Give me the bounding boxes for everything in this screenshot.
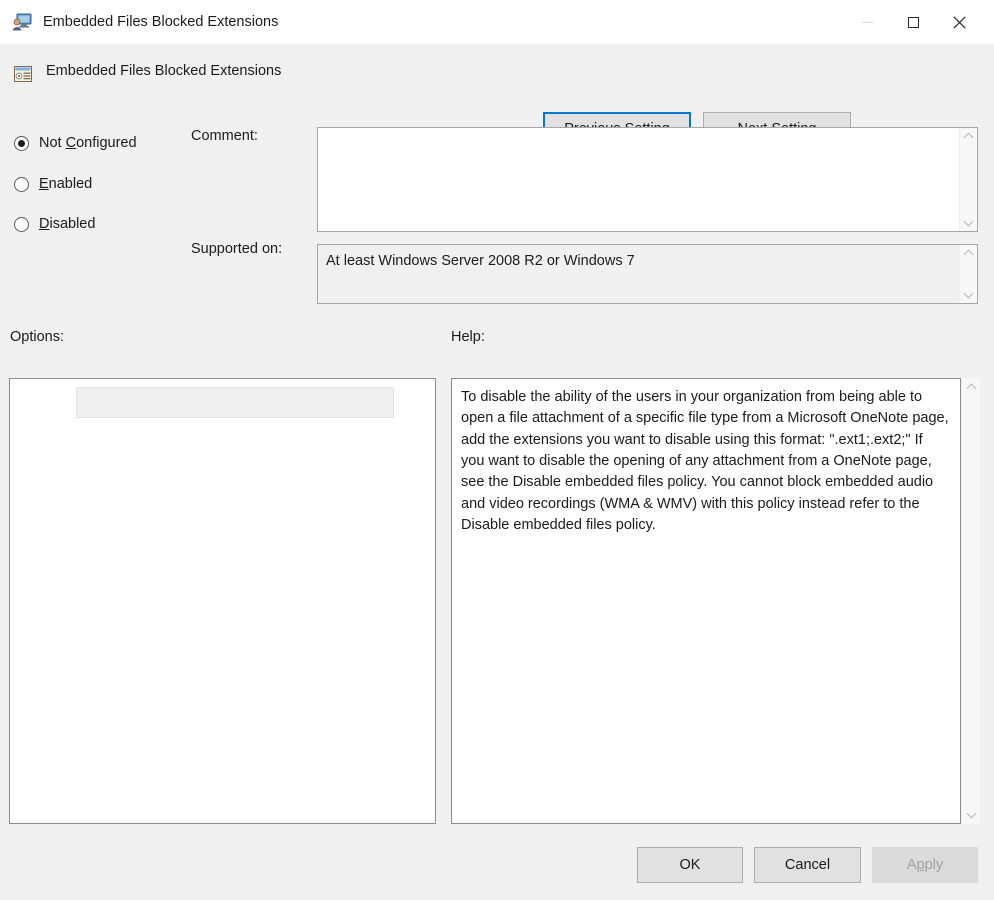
minimize-icon [861,21,873,23]
comment-scrollbar[interactable] [959,128,977,231]
help-text: To disable the ability of the users in y… [461,389,953,533]
supported-on-value: At least Windows Server 2008 R2 or Windo… [326,253,635,269]
radio-enabled-label: Enabled [39,176,93,192]
radio-not-configured[interactable]: Not Configured [14,133,137,153]
policy-setting-icon [14,66,32,82]
setting-title: Embedded Files Blocked Extensions [46,63,282,79]
options-label: Options: [10,329,64,345]
radio-enabled-mark [14,176,29,192]
radio-disabled-label: Disabled [39,216,96,232]
minimize-button[interactable] [844,7,890,38]
apply-button: Ap ply [872,847,978,883]
chevron-down-icon[interactable] [964,218,973,227]
maximize-icon [907,16,919,28]
close-button[interactable] [936,7,982,38]
radio-not-configured-mark [14,135,29,151]
radio-enabled[interactable]: Enabled [14,174,92,194]
chevron-down-icon[interactable] [967,810,976,819]
supported-on-label: Supported on: [191,241,283,257]
radio-disabled[interactable]: Disabled [14,214,95,234]
help-panel: To disable the ability of the users in y… [451,378,961,824]
blocked-extensions-input[interactable] [76,387,394,418]
chevron-up-icon[interactable] [964,132,973,141]
cancel-button[interactable]: Cancel [754,847,861,883]
chevron-up-icon[interactable] [964,249,973,258]
apply-label-pre: A [906,857,917,873]
supported-on-field: At least Windows Server 2008 R2 or Windo… [317,244,978,304]
ok-button[interactable]: OK [637,847,743,883]
apply-mnemonic: p [916,857,925,873]
comment-label: Comment: [191,128,258,144]
help-scrollbar[interactable] [962,378,980,824]
radio-not-configured-label: Not Configured [39,135,137,151]
user-policy-monitor-icon [12,13,32,31]
setting-header-bar: Embedded Files Blocked Extensions Previo… [0,44,994,145]
window-titlebar: Embedded Files Blocked Extensions [0,0,994,44]
help-label: Help: [451,329,485,345]
maximize-button[interactable] [890,7,936,38]
options-panel [9,378,436,824]
window-title: Embedded Files Blocked Extensions [43,14,279,30]
comment-value[interactable] [318,128,959,231]
chevron-up-icon[interactable] [967,383,976,392]
comment-field[interactable] [317,127,978,232]
apply-label-post: ply [924,857,944,873]
chevron-down-icon[interactable] [964,290,973,299]
radio-disabled-mark [14,216,29,232]
close-icon [952,15,966,29]
supported-on-scrollbar[interactable] [959,245,977,303]
